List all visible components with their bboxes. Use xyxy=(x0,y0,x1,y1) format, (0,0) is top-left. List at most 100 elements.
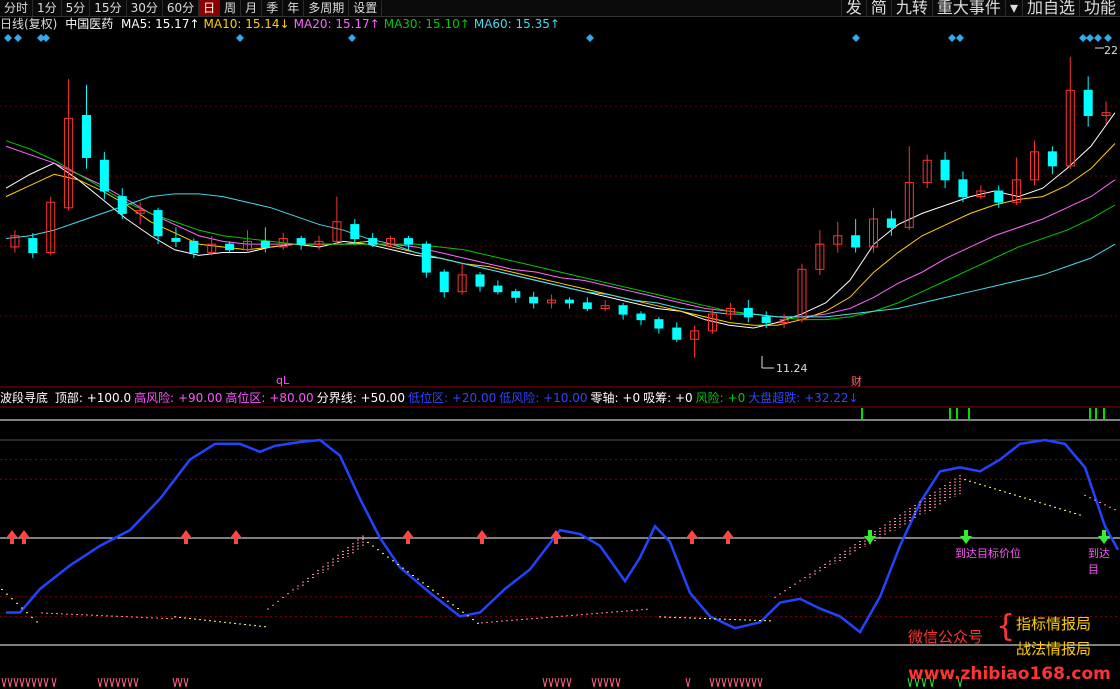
candle-9 xyxy=(171,227,181,247)
ma-legend: 日线(复权) 中国医药 MA5: 15.17↑ MA10: 15.14↓ MA20:… xyxy=(0,16,568,32)
sell-arrow-2 xyxy=(1098,530,1110,544)
bottom-tick-19 xyxy=(542,677,548,688)
candle-40 xyxy=(725,302,735,320)
bottom-tick-32 xyxy=(721,677,727,688)
candle-52 xyxy=(940,151,950,189)
toolbar-right-btn-0[interactable]: 发 xyxy=(840,0,866,16)
period-btn-1[interactable]: 1分 xyxy=(33,0,62,16)
bottom-tick-12 xyxy=(115,677,121,688)
bottom-tick-34 xyxy=(733,677,739,688)
bottom-tick-31 xyxy=(715,677,721,688)
period-btn-11[interactable]: 多周期 xyxy=(304,0,350,16)
ma-line-ma10 xyxy=(5,143,1116,326)
indicator-item-2: 高位区: +80.00 xyxy=(225,391,314,405)
period-btn-8[interactable]: 月 xyxy=(241,0,263,16)
candle-body xyxy=(600,305,610,309)
candle-53 xyxy=(958,171,968,203)
candle-30 xyxy=(547,294,557,309)
bottom-tick-20 xyxy=(548,677,554,688)
candle-13 xyxy=(242,230,253,253)
candle-body xyxy=(743,307,753,318)
candle-41 xyxy=(743,300,753,323)
oscillator-blue-line xyxy=(6,438,1120,634)
ma-item-4: MA60: 15.35↑ xyxy=(473,17,560,31)
main-grid xyxy=(0,34,1120,408)
candle-54 xyxy=(976,185,986,200)
toolbar-right-btn-4[interactable]: ▾ xyxy=(1004,0,1022,16)
candle-3 xyxy=(64,79,74,211)
candle-body xyxy=(81,115,92,158)
period-btn-9[interactable]: 季 xyxy=(262,0,284,16)
bottom-tick-6 xyxy=(37,677,43,688)
bottom-tick-28 xyxy=(615,677,621,688)
period-btn-12[interactable]: 设置 xyxy=(349,0,383,16)
candle-32 xyxy=(582,297,592,312)
candle-31 xyxy=(564,297,574,309)
candle-body xyxy=(296,238,306,245)
bottom-tick-8 xyxy=(51,677,57,688)
sell-arrow-0 xyxy=(864,530,876,544)
bottom-tick-1 xyxy=(7,677,13,688)
period-btn-6[interactable]: 日 xyxy=(199,0,221,16)
low-price-label: 11.24 xyxy=(776,362,808,375)
indicator-legend: 波段寻底 顶部: +100.0 高风险: +90.00 高位区: +80.00 分界线… xyxy=(0,390,865,406)
candle-12 xyxy=(225,241,235,253)
candle-body xyxy=(242,240,253,251)
candle-body xyxy=(904,182,914,228)
period-btn-3[interactable]: 15分 xyxy=(90,0,127,16)
candle-body xyxy=(922,159,932,184)
period-btn-7[interactable]: 周 xyxy=(220,0,242,16)
candle-body xyxy=(207,243,217,254)
bottom-tick-3 xyxy=(19,677,25,688)
toolbar-right-btn-3[interactable]: 重大事件 xyxy=(931,0,1005,16)
candle-body xyxy=(260,240,270,248)
toolbar-right-btn-1[interactable]: 简 xyxy=(865,0,891,16)
period-btn-10[interactable]: 年 xyxy=(283,0,305,16)
indicator-item-6: 零轴: +0 xyxy=(590,391,641,405)
toolbar-right-btn-5[interactable]: 加自选 xyxy=(1021,0,1079,16)
candle-28 xyxy=(511,288,521,303)
candle-body xyxy=(654,319,664,329)
bottom-tick-35 xyxy=(739,677,745,688)
watermark-url: www.zhibiao168.com xyxy=(908,664,1111,684)
candle-body xyxy=(672,327,682,340)
chart-canvas xyxy=(0,34,1120,688)
candle-17 xyxy=(314,235,324,250)
toolbar-right-btn-2[interactable]: 九转 xyxy=(890,0,932,16)
candle-55 xyxy=(994,185,1004,208)
candle-body xyxy=(332,221,342,242)
signal-diamond-3 xyxy=(42,34,50,42)
bottom-tick-9 xyxy=(97,677,103,688)
candle-51 xyxy=(922,154,932,189)
toolbar-right-btn-6[interactable]: 功能 xyxy=(1078,0,1120,16)
candle-body xyxy=(1029,151,1040,181)
candle-body xyxy=(1065,89,1075,167)
candle-11 xyxy=(207,235,217,256)
ma-line-ma20 xyxy=(5,145,1116,318)
candle-49 xyxy=(886,210,896,236)
candle-body xyxy=(368,238,378,245)
candle-body xyxy=(1047,151,1057,167)
candle-14 xyxy=(260,227,270,253)
candle-60 xyxy=(1083,76,1093,127)
candle-0 xyxy=(10,230,20,253)
indicator-item-5: 低风险: +10.00 xyxy=(499,391,588,405)
bottom-tick-30 xyxy=(709,677,715,688)
candle-body xyxy=(958,179,968,198)
period-btn-4[interactable]: 30分 xyxy=(127,0,163,16)
candle-42 xyxy=(761,311,771,329)
period-btn-2[interactable]: 5分 xyxy=(62,0,91,16)
period-btn-0[interactable]: 分时 xyxy=(0,0,34,16)
signal-diamond-2 xyxy=(37,34,45,42)
candle-61 xyxy=(1101,101,1111,124)
candle-body xyxy=(529,296,539,304)
candle-body xyxy=(99,159,109,192)
bottom-tick-14 xyxy=(127,677,133,688)
bottom-tick-25 xyxy=(597,677,603,688)
candle-body xyxy=(851,235,861,248)
period-btn-5[interactable]: 60分 xyxy=(163,0,200,16)
buy-arrow-0 xyxy=(6,530,18,544)
bottom-tick-5 xyxy=(31,677,37,688)
candle-body xyxy=(1101,112,1111,117)
candle-body xyxy=(386,238,396,245)
